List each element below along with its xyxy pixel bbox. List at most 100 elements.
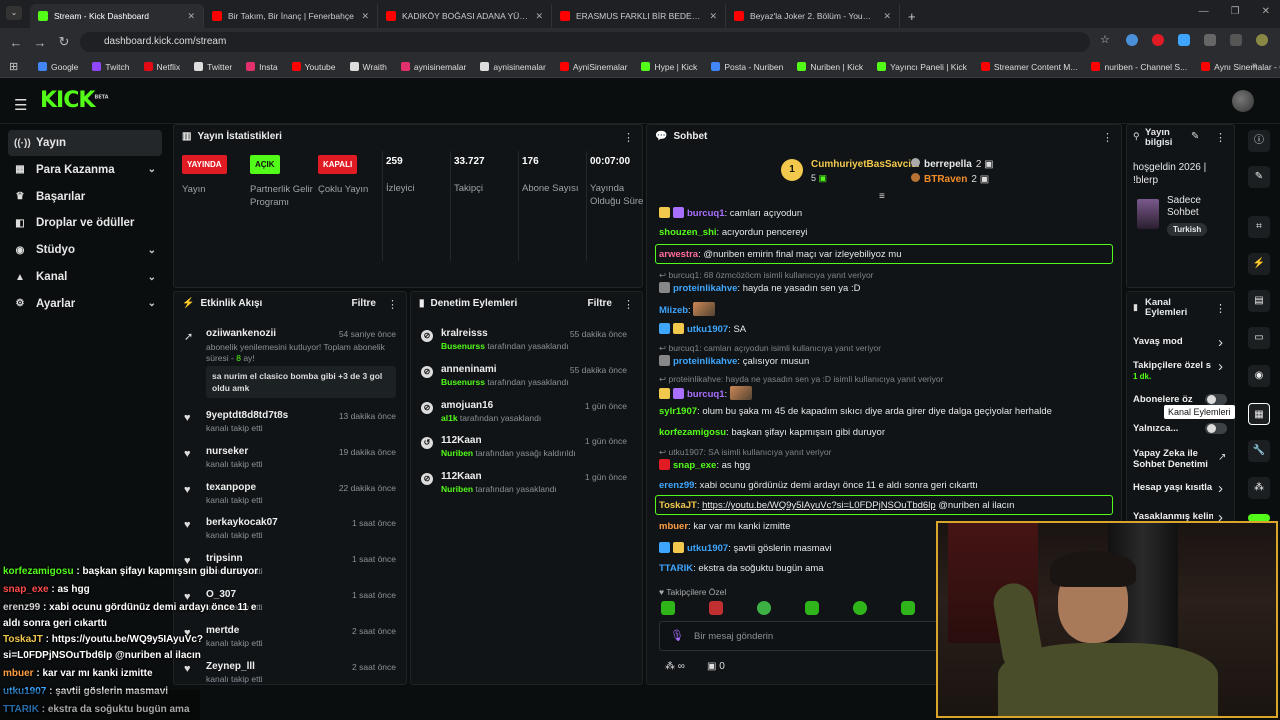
activity-user[interactable]: texanpope xyxy=(206,482,256,493)
activity-menu-icon[interactable]: ⋮ xyxy=(387,298,398,311)
bookmarks-overflow-icon[interactable]: » xyxy=(1252,60,1258,71)
apps-grid-icon[interactable]: ⊞ xyxy=(9,60,18,73)
chevron-down-icon[interactable]: ⌄ xyxy=(148,272,156,283)
share-icon[interactable]: ⁂ xyxy=(1248,477,1270,499)
hamburger-menu-icon[interactable]: ☰ xyxy=(14,96,27,114)
kick-logo[interactable]: KICKBETA xyxy=(40,88,109,113)
document-icon[interactable]: ▤ xyxy=(1248,290,1270,312)
top-gifter-item[interactable]: BTRaven 2 ▣ xyxy=(911,173,989,185)
chat-message[interactable]: korfezamigosu: başkan şifayı kapmışsın g… xyxy=(659,427,1119,438)
channel-action-item[interactable]: Yapay Zeka ile Sohbet Denetimi xyxy=(1133,448,1213,470)
chat-menu-icon[interactable]: ⋮ xyxy=(1102,131,1113,144)
activity-user[interactable]: O_307 xyxy=(206,589,236,600)
bookmark-item[interactable]: Google xyxy=(38,62,78,72)
chat-message[interactable]: burcuq1: camları açıyodun xyxy=(659,207,1119,219)
chat-message[interactable]: erenz99: xabi ocunu gördünüz demi ardayı… xyxy=(659,480,1119,491)
bookmark-item[interactable]: aynisinemalar xyxy=(480,62,546,72)
chat-message[interactable]: proteinlikahve: hayda ne yasadın sen ya … xyxy=(659,282,1119,294)
chat-message[interactable]: sylr1907: olum bu şaka mı 45 de kapadım … xyxy=(659,406,1119,417)
moderation-user[interactable]: anneninami xyxy=(441,364,497,375)
pinned-collapse-icon[interactable]: ≡ xyxy=(879,191,885,202)
chat-points[interactable]: ▣ 0 xyxy=(707,661,725,672)
extension-icon[interactable] xyxy=(1152,34,1164,46)
puzzle-icon[interactable] xyxy=(1204,34,1216,46)
sidebar-item[interactable]: ▲ Kanal ⌄ xyxy=(8,264,162,290)
infinity-icon[interactable]: ⁂ ∞ xyxy=(665,661,685,672)
channel-actions-menu-icon[interactable]: ⋮ xyxy=(1215,302,1226,315)
channel-action-item[interactable]: Abonelere öz xyxy=(1133,394,1213,405)
channel-actions-icon[interactable]: ▦ xyxy=(1248,403,1270,425)
moderation-menu-icon[interactable]: ⋮ xyxy=(623,298,634,311)
channel-action-item[interactable]: Takipçilere özel s1 dk. xyxy=(1133,360,1213,382)
activity-user[interactable]: Zeynep_lll xyxy=(206,661,255,672)
new-tab-icon[interactable]: + xyxy=(908,9,916,24)
minimize-icon[interactable]: — xyxy=(1199,6,1209,17)
stats-menu-icon[interactable]: ⋮ xyxy=(623,131,634,144)
info-icon[interactable]: ⓘ xyxy=(1248,130,1270,152)
star-icon[interactable]: ☆ xyxy=(1100,34,1112,46)
bookmark-item[interactable]: Twitch xyxy=(92,62,130,72)
chat-username[interactable]: korfezamigosu xyxy=(659,427,726,438)
bookmark-item[interactable]: Aynı Sinemalar - Ça... xyxy=(1201,62,1280,72)
emote-icon[interactable] xyxy=(661,601,675,615)
bookmark-item[interactable]: Hype | Kick xyxy=(641,62,697,72)
tab-close-icon[interactable]: ✕ xyxy=(361,11,369,22)
channel-action-item[interactable]: Hesap yaşı kısıtla xyxy=(1133,482,1213,493)
back-icon[interactable]: ← xyxy=(4,35,28,50)
browser-tab[interactable]: KADIKÖY BOĞASI ADANA YÜRÜ ✕ xyxy=(378,4,552,28)
activity-filter-button[interactable]: Filtre xyxy=(352,298,376,309)
chat-username[interactable]: arwestra xyxy=(659,249,698,260)
bookmark-item[interactable]: Streamer Content M... xyxy=(980,62,1077,72)
chat-username[interactable]: utku1907 xyxy=(687,543,728,554)
chat-username[interactable]: ToskaJT xyxy=(659,500,697,511)
chat-link[interactable]: https://youtu.be/WQ9y5IAyuVc?si=L0FDPjNS… xyxy=(702,500,935,511)
wrench-icon[interactable]: 🔧 xyxy=(1248,440,1270,462)
browser-tab[interactable]: ERASMUS FARKLI BİR BEDENDE ✕ xyxy=(552,4,726,28)
bookmark-item[interactable]: Netflix xyxy=(143,62,180,72)
bookmark-item[interactable]: aynisinemalar xyxy=(400,62,466,72)
activity-user[interactable]: 9yeptdt8d8td7t8s xyxy=(206,410,288,421)
activity-user[interactable]: tripsinn xyxy=(206,553,243,564)
activity-user[interactable]: nurseker xyxy=(206,446,248,457)
chat-username[interactable]: proteinlikahve xyxy=(673,356,737,367)
chat-username[interactable]: Miizeb xyxy=(659,305,688,316)
forward-icon[interactable]: → xyxy=(28,35,52,50)
emote-icon[interactable] xyxy=(901,601,915,615)
broadcast-icon[interactable]: ◉ xyxy=(1248,365,1270,387)
channel-action-item[interactable]: Yavaş mod xyxy=(1133,336,1213,347)
chat-message[interactable]: snap_exe: as hgg xyxy=(659,459,1119,471)
activity-user[interactable]: berkaykocak07 xyxy=(206,517,278,528)
browser-tab[interactable]: Stream - Kick Dashboard ✕ xyxy=(30,4,204,28)
sidebar-item[interactable]: ♛ Başarılar xyxy=(8,184,162,210)
tab-close-icon[interactable]: ✕ xyxy=(535,11,543,22)
sidebar-item[interactable]: ▦ Para Kazanma ⌄ xyxy=(8,157,162,183)
category-name[interactable]: Sadece Sohbet xyxy=(1167,195,1227,219)
bookmark-item[interactable]: Insta xyxy=(246,62,278,72)
chat-username[interactable]: snap_exe xyxy=(673,460,716,471)
sidebar-item[interactable]: ◉ Stüdyo ⌄ xyxy=(8,237,162,263)
sidebar-item[interactable]: ⚙ Ayarlar ⌄ xyxy=(8,291,162,317)
moderation-user[interactable]: kralreisss xyxy=(441,328,488,339)
bookmark-item[interactable]: Youtube xyxy=(291,62,336,72)
toggle-switch[interactable] xyxy=(1205,423,1227,434)
chat-message[interactable]: proteinlikahve: çalısıyor musun xyxy=(659,355,1119,367)
moderation-filter-button[interactable]: Filtre xyxy=(588,298,612,309)
emote-icon[interactable] xyxy=(709,601,723,615)
chevron-down-icon[interactable]: ⌄ xyxy=(148,298,156,309)
close-window-icon[interactable]: ✕ xyxy=(1262,6,1270,17)
bookmark-item[interactable]: AyniSinemalar xyxy=(559,62,627,72)
crop-icon[interactable]: ⌗ xyxy=(1248,216,1270,238)
bookmark-item[interactable]: Yayıncı Paneli | Kick xyxy=(877,62,967,72)
toggle-switch[interactable] xyxy=(1205,394,1227,405)
browser-tab[interactable]: Beyaz'la Joker 2. Bölüm - YouTube ✕ xyxy=(726,4,900,28)
chat-message[interactable]: arwestra: @nuriben emirin final maçı var… xyxy=(659,249,1119,260)
channel-action-item[interactable]: Yalnızca... xyxy=(1133,423,1213,434)
extension-icon[interactable] xyxy=(1178,34,1190,46)
chevron-right-icon[interactable]: › xyxy=(1218,358,1223,375)
tab-search-button[interactable]: ⌄ xyxy=(6,6,22,20)
stream-info-menu-icon[interactable]: ⋮ xyxy=(1215,131,1226,144)
moderation-user[interactable]: amojuan16 xyxy=(441,400,493,411)
tab-close-icon[interactable]: ✕ xyxy=(709,11,717,22)
tab-close-icon[interactable]: ✕ xyxy=(187,11,195,22)
tab-close-icon[interactable]: ✕ xyxy=(883,11,891,22)
